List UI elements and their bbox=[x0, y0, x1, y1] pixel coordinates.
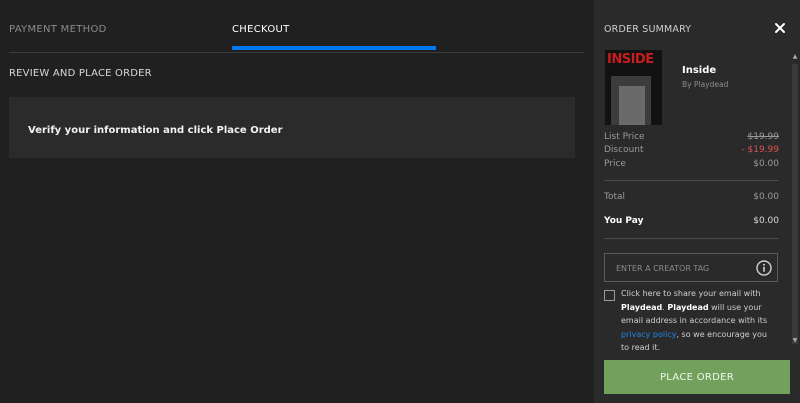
order-summary-panel: ORDER SUMMARY INSIDE Inside By Playdead … bbox=[594, 0, 800, 403]
tab-checkout[interactable]: CHECKOUT bbox=[232, 24, 290, 35]
share-email-checkbox[interactable] bbox=[604, 290, 615, 301]
close-button[interactable] bbox=[772, 20, 788, 36]
creator-tag-field bbox=[604, 253, 778, 283]
scroll-thumb[interactable] bbox=[792, 64, 798, 344]
consent-text: Click here to share your email with Play… bbox=[621, 287, 776, 353]
privacy-policy-link[interactable]: privacy policy bbox=[621, 330, 676, 339]
checkout-main: PAYMENT METHOD CHECKOUT REVIEW AND PLACE… bbox=[0, 0, 594, 403]
total-value: $0.00 bbox=[753, 192, 779, 202]
discount-value: - $19.99 bbox=[741, 145, 779, 155]
divider bbox=[604, 180, 779, 181]
product-publisher: By Playdead bbox=[682, 80, 729, 89]
list-price-row: List Price $19.99 bbox=[604, 132, 779, 142]
summary-scrollbar[interactable]: ▲ ▼ bbox=[790, 52, 800, 348]
close-icon bbox=[775, 23, 785, 33]
discount-label: Discount bbox=[604, 145, 644, 155]
list-price-value: $19.99 bbox=[747, 132, 780, 142]
info-icon[interactable] bbox=[756, 260, 772, 276]
total-label: Total bbox=[604, 192, 626, 202]
section-title: REVIEW AND PLACE ORDER bbox=[9, 68, 152, 79]
you-pay-label: You Pay bbox=[604, 216, 644, 226]
consent-publisher: Playdead bbox=[667, 302, 709, 312]
you-pay-value: $0.00 bbox=[753, 216, 779, 226]
checkout-tabs: PAYMENT METHOD CHECKOUT bbox=[9, 0, 584, 53]
scroll-down-icon[interactable]: ▼ bbox=[790, 336, 800, 346]
you-pay-row: You Pay $0.00 bbox=[604, 216, 779, 226]
order-summary-title: ORDER SUMMARY bbox=[604, 24, 692, 35]
list-price-label: List Price bbox=[604, 132, 645, 142]
total-row: Total $0.00 bbox=[604, 192, 779, 202]
info-box: Verify your information and click Place … bbox=[9, 97, 575, 158]
product-thumbnail: INSIDE bbox=[605, 50, 662, 125]
info-message: Verify your information and click Place … bbox=[28, 125, 283, 136]
product-title: Inside bbox=[682, 65, 717, 76]
active-tab-indicator bbox=[232, 46, 436, 50]
price-value: $0.00 bbox=[753, 159, 779, 169]
divider bbox=[604, 238, 779, 239]
consent-text-part: Click here to share your email with bbox=[621, 289, 761, 298]
thumbnail-art-door bbox=[619, 86, 645, 125]
consent-publisher: Playdead bbox=[621, 302, 663, 312]
price-row: Price $0.00 bbox=[604, 159, 779, 169]
place-order-button[interactable]: PLACE ORDER bbox=[604, 360, 790, 394]
scroll-up-icon[interactable]: ▲ bbox=[790, 52, 800, 62]
tab-payment-method[interactable]: PAYMENT METHOD bbox=[9, 24, 107, 35]
creator-tag-input[interactable] bbox=[605, 254, 758, 283]
discount-row: Discount - $19.99 bbox=[604, 145, 779, 155]
thumbnail-logo-text: INSIDE bbox=[607, 52, 654, 67]
price-label: Price bbox=[604, 159, 626, 169]
